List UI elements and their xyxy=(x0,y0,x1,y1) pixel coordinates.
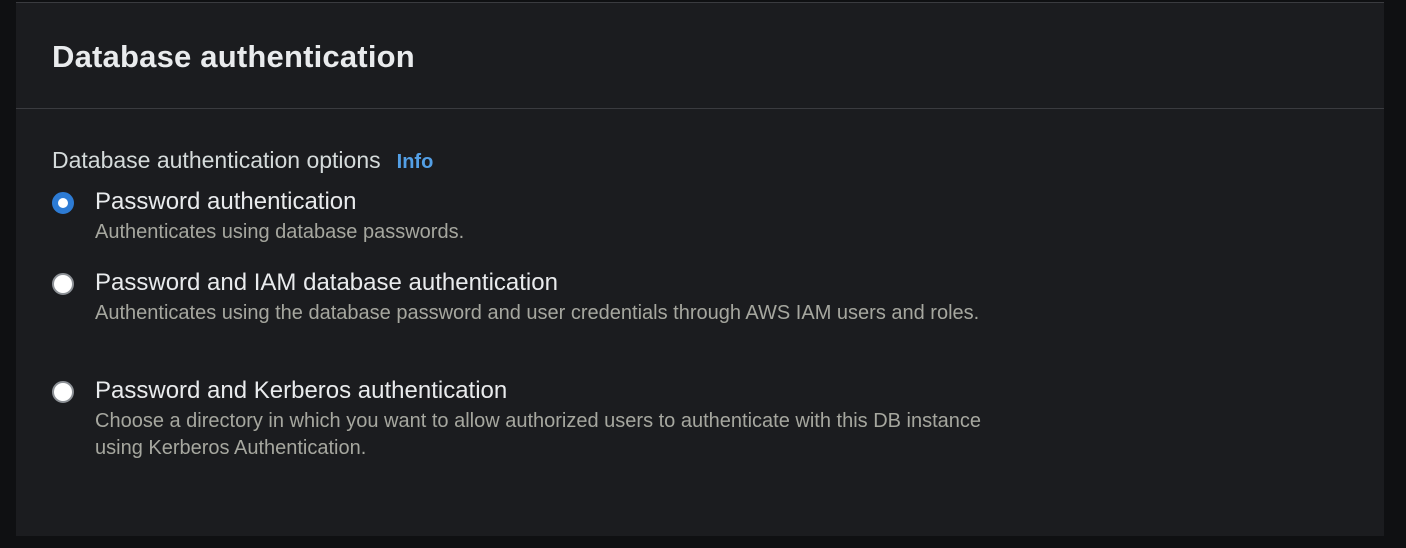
auth-options-label: Database authentication options xyxy=(52,147,381,173)
radio-label-password[interactable]: Password authentication xyxy=(95,187,1025,217)
radio-button-password-kerberos[interactable] xyxy=(52,381,74,403)
radio-description-password: Authenticates using database passwords. xyxy=(95,221,465,243)
radio-button-password[interactable] xyxy=(52,192,74,214)
panel-header: Database authentication xyxy=(16,3,1384,109)
field-label-row: Database authentication options Info xyxy=(52,147,433,174)
radio-option-password-iam[interactable]: Password and IAM database authentication… xyxy=(52,268,1025,327)
info-link[interactable]: Info xyxy=(397,151,434,174)
radio-button-password-iam[interactable] xyxy=(52,273,74,295)
section-title: Database authentication xyxy=(52,39,415,74)
radio-text: Password authentication Authenticates us… xyxy=(95,187,1025,246)
radio-option-password[interactable]: Password authentication Authenticates us… xyxy=(52,187,1025,246)
radio-text: Password and IAM database authentication… xyxy=(95,268,1025,327)
db-authentication-panel: Database authentication Database authent… xyxy=(16,2,1384,536)
radio-label-password-kerberos[interactable]: Password and Kerberos authentication xyxy=(95,376,1025,406)
radio-description-password-iam: Authenticates using the database passwor… xyxy=(95,302,980,324)
radio-description-password-kerberos: Choose a directory in which you want to … xyxy=(95,410,982,459)
radio-text: Password and Kerberos authentication Cho… xyxy=(95,376,1025,462)
radio-option-password-kerberos[interactable]: Password and Kerberos authentication Cho… xyxy=(52,376,1025,462)
radio-label-password-iam[interactable]: Password and IAM database authentication xyxy=(95,268,1025,298)
